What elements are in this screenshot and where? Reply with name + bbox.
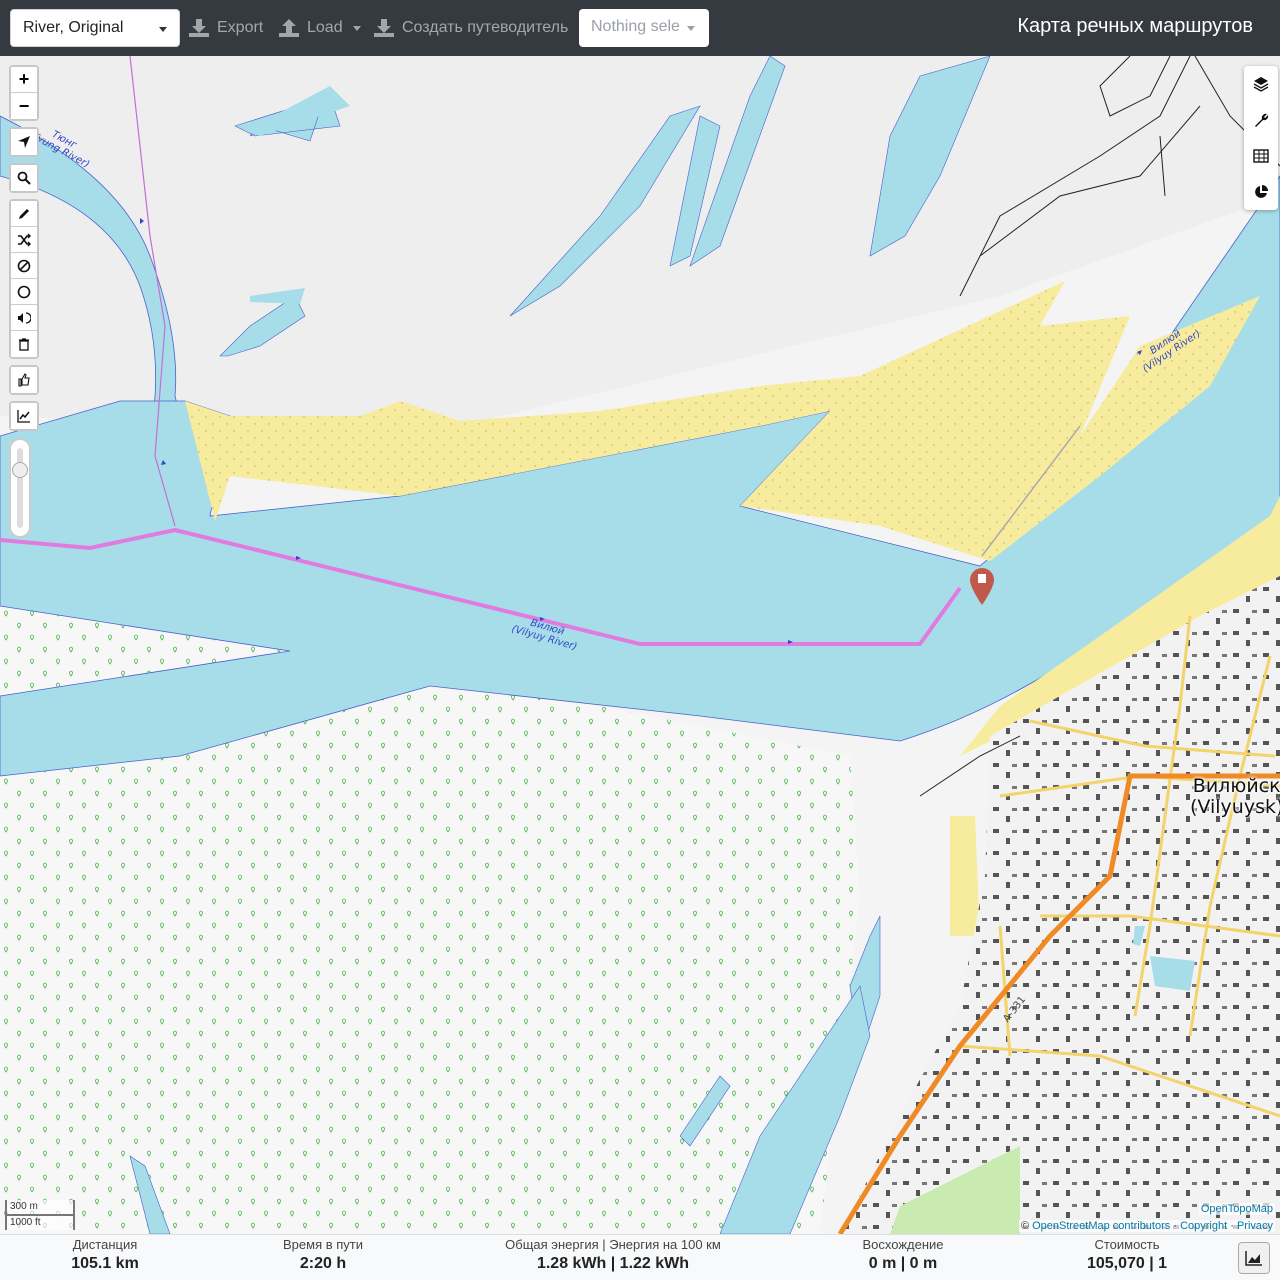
statistics-button[interactable] [1244, 174, 1278, 210]
stat-energy: Общая энергия | Энергия на 100 км 1.28 k… [493, 1237, 733, 1275]
no-entry-icon [17, 259, 31, 272]
stat-travel-time: Время в пути 2:20 h [263, 1237, 383, 1275]
draw-route-button[interactable] [11, 201, 37, 227]
shuffle-button[interactable] [11, 227, 37, 253]
route-stats-footer: Дистанция 105.1 km Время в пути 2:20 h О… [0, 1234, 1280, 1280]
opacity-slider[interactable] [9, 438, 31, 538]
attribution-prefix: © [1020, 1220, 1030, 1232]
slider-handle[interactable] [12, 462, 28, 478]
create-guide-button[interactable]: Создать путеводитель [373, 14, 568, 42]
settings-button[interactable] [1244, 102, 1278, 138]
upload-icon [279, 19, 299, 37]
create-guide-label: Создать путеводитель [402, 19, 569, 36]
locate-control [9, 127, 39, 157]
elevation-profile-button[interactable] [1238, 1242, 1270, 1274]
elevation-chart-icon [17, 410, 30, 423]
route-select[interactable]: Nothing sele [579, 9, 709, 47]
stat-energy-value: 1.28 kWh | 1.22 kWh [536, 1255, 690, 1272]
stat-distance-value: 105.1 km [71, 1255, 139, 1272]
search-button[interactable] [11, 165, 37, 191]
map-tiles [0, 56, 1280, 1234]
tile-attribution[interactable]: OpenTopoMap [1198, 1203, 1275, 1215]
top-navbar: River, Original Export Load Создать путе… [0, 0, 1280, 56]
privacy-link[interactable]: Privacy [1237, 1220, 1273, 1232]
scale-metric: 300 m [5, 1200, 75, 1216]
search-icon [17, 171, 31, 185]
stat-time-label: Время в пути [283, 1237, 363, 1252]
city-label-latin: (Vilyuysk) [1190, 796, 1280, 818]
stat-cost-value: 105,070 | 1 [1086, 1255, 1168, 1272]
route-select-value: Nothing sele [591, 18, 680, 35]
copyright-link[interactable]: Copyright [1180, 1220, 1227, 1232]
wrench-icon [1255, 113, 1269, 127]
attribution-separator: · [1230, 1220, 1234, 1232]
zoom-control: + − [9, 65, 39, 121]
download-icon [374, 19, 394, 37]
no-entry-button[interactable] [11, 253, 37, 279]
download-icon [189, 19, 209, 37]
zoom-in-button[interactable]: + [11, 67, 37, 93]
chevron-down-icon [687, 26, 695, 31]
slider-track [17, 448, 23, 528]
osm-contributors-link[interactable]: OpenStreetMap contributors [1032, 1220, 1170, 1232]
draw-toolbar [9, 199, 39, 359]
map-scale: 300 m 1000 ft [5, 1200, 75, 1230]
layers-button[interactable] [1244, 66, 1278, 102]
thumbs-up-button[interactable] [11, 367, 37, 393]
delete-button[interactable] [11, 331, 37, 357]
export-button-label: Export [217, 19, 264, 36]
map-attribution: © OpenStreetMap contributors · Copyright… [1018, 1220, 1275, 1232]
draw-pencil-icon [19, 208, 29, 219]
chevron-down-icon [159, 27, 167, 32]
chevron-down-icon [352, 25, 361, 31]
circle-button[interactable] [11, 279, 37, 305]
feedback-control [9, 365, 39, 395]
stat-distance-label: Дистанция [72, 1237, 138, 1252]
pie-chart-icon [1255, 185, 1268, 198]
location-marker-icon[interactable] [968, 566, 996, 606]
shuffle-icon [18, 233, 31, 246]
stat-ascent-value: 0 m | 0 m [868, 1255, 938, 1272]
table-icon [1253, 149, 1269, 163]
load-button-label: Load [307, 19, 343, 36]
layers-icon [1253, 77, 1269, 92]
load-button[interactable]: Load [278, 14, 361, 42]
poi-sound-icon [18, 311, 31, 324]
stat-distance: Дистанция 105.1 km [55, 1237, 155, 1275]
elevation-control [9, 401, 39, 431]
attribution-separator: · [1173, 1220, 1177, 1232]
locate-icon [18, 136, 30, 148]
circle-icon [17, 285, 31, 298]
export-button[interactable]: Export [188, 14, 263, 42]
stat-cost: Стоимость 105,070 | 1 [1067, 1237, 1187, 1275]
stat-ascent: Восхождение 0 m | 0 m [843, 1237, 963, 1275]
brand-title: Карта речных маршрутов [1017, 15, 1253, 37]
map-viewport[interactable]: Тюнг (Tyung River) Вилюй (Vilyuy River) … [0, 56, 1280, 1234]
poi-sound-button[interactable] [11, 305, 37, 331]
stat-energy-label: Общая энергия | Энергия на 100 км [505, 1237, 721, 1252]
thumbs-up-icon [18, 373, 30, 387]
scale-imperial: 1000 ft [5, 1216, 75, 1230]
stat-ascent-label: Восхождение [862, 1237, 944, 1252]
elevation-chart-button[interactable] [11, 403, 37, 429]
trash-icon [19, 338, 29, 351]
search-control [9, 163, 39, 193]
profile-select[interactable]: River, Original [10, 9, 180, 47]
city-label: Вилюйск (Vilyuysk) [1190, 776, 1280, 818]
right-sidebar-controls [1244, 66, 1278, 210]
area-chart-icon [1245, 1251, 1262, 1266]
profile-select-value: River, Original [23, 19, 124, 36]
stat-cost-label: Стоимость [1094, 1237, 1160, 1252]
locate-button[interactable] [11, 129, 37, 155]
stat-time-value: 2:20 h [299, 1255, 347, 1272]
zoom-out-button[interactable]: − [11, 93, 37, 119]
city-label-ru: Вилюйск [1192, 775, 1280, 797]
table-button[interactable] [1244, 138, 1278, 174]
